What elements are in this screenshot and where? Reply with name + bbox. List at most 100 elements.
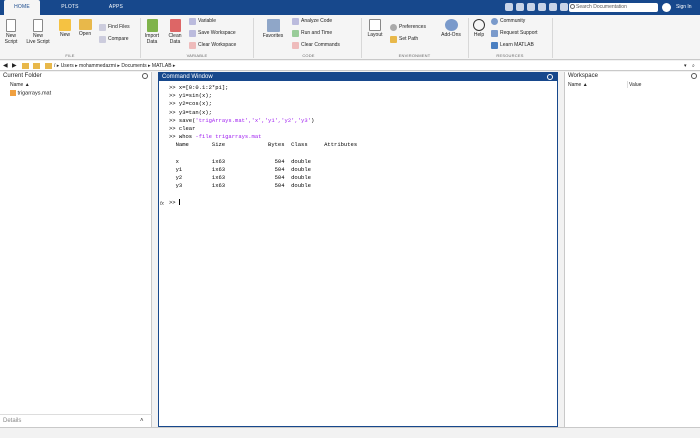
find-files-icon xyxy=(99,24,106,31)
group-separator xyxy=(552,18,553,58)
save-icon[interactable] xyxy=(505,3,513,11)
bell-icon[interactable] xyxy=(662,3,671,12)
mat-file-icon xyxy=(10,90,16,96)
save-workspace-icon xyxy=(189,30,196,37)
redo-icon[interactable] xyxy=(560,3,568,11)
clean-data-button[interactable]: Clean Data xyxy=(165,19,185,45)
preferences-button[interactable]: Preferences xyxy=(390,24,426,31)
details-panel[interactable]: Details ˄ xyxy=(0,414,152,427)
console-line: >> y3=tan(x); xyxy=(169,109,357,117)
tab-apps[interactable]: APPS xyxy=(98,0,134,15)
gear-icon xyxy=(390,24,397,31)
command-text: save( xyxy=(178,116,196,124)
new-live-script-button[interactable]: New Live Script xyxy=(24,19,52,45)
command-text: whos xyxy=(178,133,196,141)
name-column-header[interactable]: Name ▲ xyxy=(10,82,30,88)
favorites-button[interactable]: Favorites xyxy=(259,19,287,39)
panel-menu-icon[interactable] xyxy=(691,73,697,79)
up-folder-icon[interactable] xyxy=(22,63,29,69)
set-path-button[interactable]: Set Path xyxy=(390,36,418,43)
import-data-button[interactable]: Import Data xyxy=(142,19,162,45)
panel-menu-icon[interactable] xyxy=(547,74,553,80)
tab-home[interactable]: HOME xyxy=(4,0,40,15)
command-window[interactable]: Command Window >> x=[0:0.1:2*pi]; >> y1=s… xyxy=(158,72,558,427)
add-ons-button[interactable]: Add-Ons xyxy=(438,19,464,38)
copy-icon[interactable] xyxy=(527,3,535,11)
help-button[interactable]: Help xyxy=(470,19,488,38)
clear-workspace-button[interactable]: Clear Workspace xyxy=(189,42,236,49)
prompt: >> xyxy=(169,84,179,91)
group-separator xyxy=(468,18,469,58)
layout-icon xyxy=(369,19,381,31)
console-line: >> y2=cos(x); xyxy=(169,100,357,108)
cut-icon[interactable] xyxy=(516,3,524,11)
breadcrumb-user[interactable]: mohammedazmi xyxy=(79,63,116,69)
save-workspace-button[interactable]: Save Workspace xyxy=(189,30,236,37)
whos-row: y3 1x63 504 double xyxy=(169,182,311,190)
current-folder-title: Current Folder xyxy=(3,73,42,79)
panel-menu-icon[interactable] xyxy=(142,73,148,79)
back-arrow-icon[interactable]: ◀ xyxy=(3,61,8,71)
learn-matlab-button[interactable]: Learn MATLAB xyxy=(491,42,534,49)
breadcrumb-matlab[interactable]: MATLAB xyxy=(152,63,172,69)
run-and-time-icon xyxy=(292,30,299,37)
command-text: y2=cos(x); xyxy=(178,100,212,108)
community-button[interactable]: Community xyxy=(491,18,525,25)
compare-button[interactable]: Compare xyxy=(99,36,129,43)
find-files-button[interactable]: Find Files xyxy=(99,24,130,31)
run-and-time-button[interactable]: Run and Time xyxy=(292,30,332,37)
search-icon xyxy=(570,4,575,9)
command-text: x=[0:0.1:2*pi]; xyxy=(178,84,229,91)
set-path-icon xyxy=(390,36,397,43)
variable-button[interactable]: Variable xyxy=(189,18,216,25)
group-separator xyxy=(361,18,362,58)
learn-matlab-icon xyxy=(491,42,498,49)
search-documentation-input[interactable]: Search Documentation xyxy=(569,3,658,12)
forward-arrow-icon[interactable]: ▶ xyxy=(12,61,17,71)
string-literal: 'trigArrays.mat','x','y1','y2','y3' xyxy=(195,116,311,124)
sign-in-link[interactable]: Sign In xyxy=(676,3,692,12)
analyze-code-button[interactable]: Analyze Code xyxy=(292,18,332,25)
new-plus-icon xyxy=(59,19,71,31)
group-label-file: FILE xyxy=(65,53,75,58)
breadcrumb: / ▸ Users ▸ mohammedazmi ▸ Documents ▸ M… xyxy=(54,63,176,69)
paste-icon[interactable] xyxy=(538,3,546,11)
list-item[interactable]: trigarrays.mat xyxy=(10,90,51,96)
layout-button[interactable]: Layout xyxy=(364,19,386,38)
name-column-header[interactable]: Name ▲ xyxy=(568,82,588,88)
whos-header: Name Size Bytes Class Attributes xyxy=(169,141,358,149)
input-line[interactable]: >> xyxy=(169,199,357,207)
function-browser-icon[interactable]: fx xyxy=(160,201,164,207)
new-button[interactable]: New xyxy=(57,19,73,38)
value-column-header[interactable]: Value xyxy=(629,82,641,88)
whos-row: y1 1x63 504 double xyxy=(169,166,311,174)
open-button[interactable]: Open xyxy=(76,19,94,37)
tab-plots[interactable]: PLOTS xyxy=(52,0,88,15)
address-dropdown-icon[interactable]: ▾ xyxy=(684,61,687,71)
prompt: >> xyxy=(169,125,179,133)
clear-commands-button[interactable]: Clear Commands xyxy=(292,42,340,49)
group-label-code: CODE xyxy=(302,53,315,58)
search-folder-icon[interactable]: ⌕ xyxy=(692,61,695,71)
import-data-icon xyxy=(146,19,158,32)
clear-commands-icon xyxy=(292,42,299,49)
whos-row: x 1x63 504 double xyxy=(169,157,311,165)
open-folder-icon xyxy=(78,19,92,30)
group-label-variable: VARIABLE xyxy=(186,53,208,58)
command-text: ) xyxy=(310,116,315,124)
group-separator xyxy=(253,18,254,58)
chevron-up-icon[interactable]: ˄ xyxy=(140,415,144,427)
add-ons-icon xyxy=(444,19,458,31)
whos-row: y2 1x63 504 double xyxy=(169,174,311,182)
string-literal: -file trigarrays.mat xyxy=(195,133,262,141)
browse-folder-icon[interactable] xyxy=(33,63,40,69)
breadcrumb-root[interactable]: / xyxy=(54,63,55,69)
breadcrumb-users[interactable]: Users xyxy=(61,63,74,69)
undo-icon[interactable] xyxy=(549,3,557,11)
breadcrumb-documents[interactable]: Documents xyxy=(121,63,146,69)
variable-icon xyxy=(189,18,196,25)
folder-icon xyxy=(45,63,52,69)
request-support-button[interactable]: Request Support xyxy=(491,30,538,37)
clear-workspace-icon xyxy=(189,42,196,49)
new-script-button[interactable]: New Script xyxy=(3,19,19,45)
